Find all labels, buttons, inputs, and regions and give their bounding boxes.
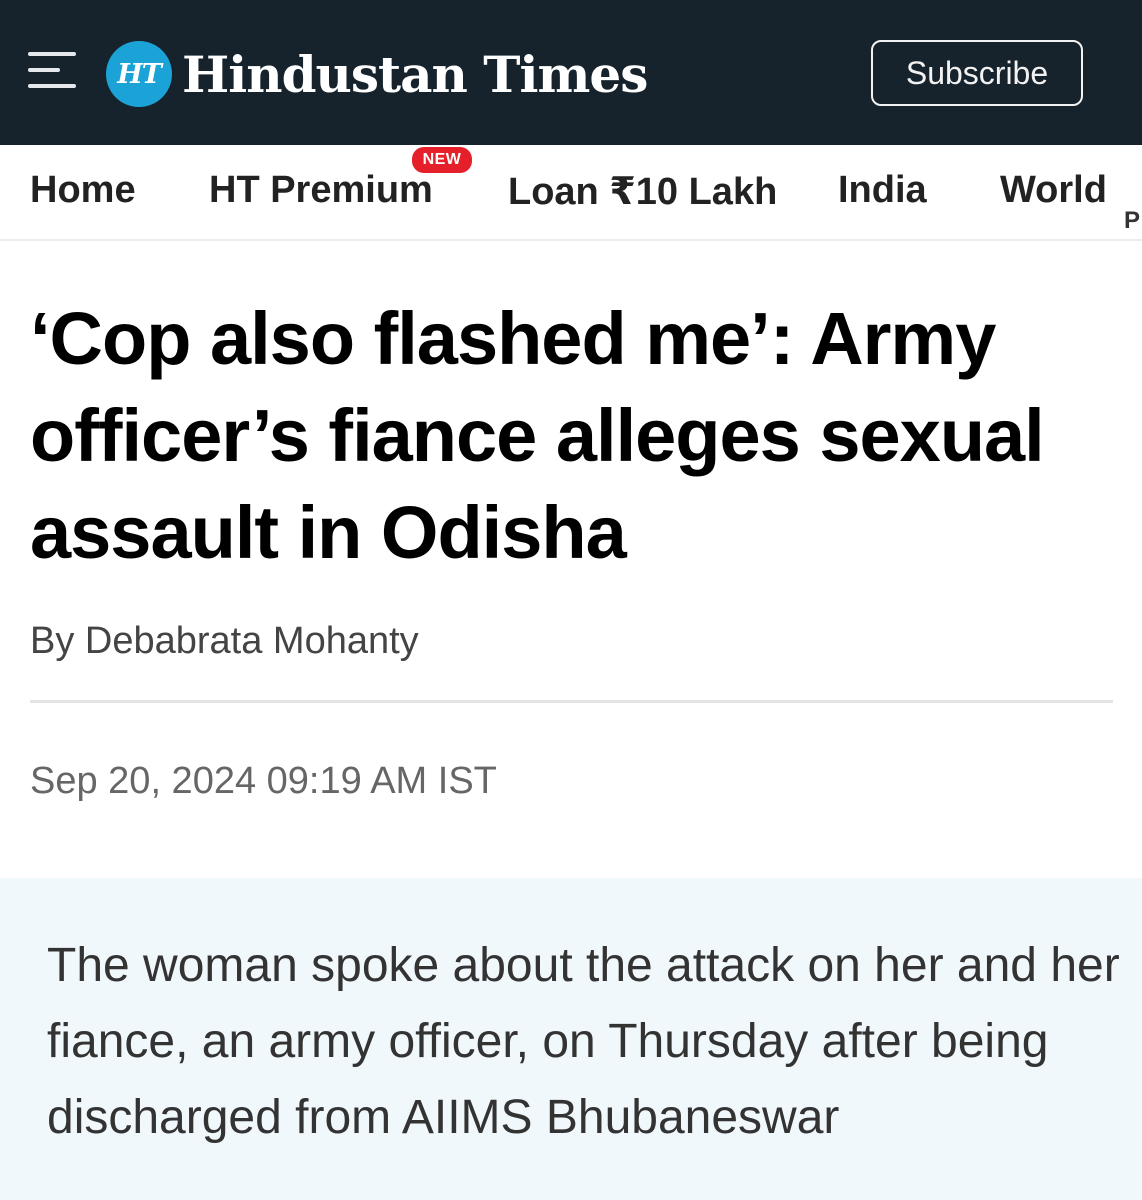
new-badge: NEW xyxy=(412,147,472,173)
subscribe-button[interactable]: Subscribe xyxy=(871,40,1083,106)
nav-item-loan[interactable]: Loan ₹10 Lakh xyxy=(508,169,777,214)
nav-item-home[interactable]: Home xyxy=(30,169,136,212)
site-logo[interactable]: HT Hindustan Times xyxy=(106,36,648,112)
article-byline[interactable]: By Debabrata Mohanty xyxy=(30,620,419,663)
article-headline: ‘Cop also flashed me’: Army officer’s fi… xyxy=(30,297,1045,574)
nav-item-ht-premium[interactable]: HT Premium xyxy=(209,169,433,212)
nav-item-world[interactable]: World xyxy=(1000,169,1107,212)
top-header: HT Hindustan Times Subscribe xyxy=(0,0,1142,145)
article-summary: The woman spoke about the attack on her … xyxy=(47,939,1120,1144)
hamburger-menu-icon[interactable] xyxy=(28,52,76,90)
article-timestamp: Sep 20, 2024 09:19 AM IST xyxy=(30,760,497,802)
divider xyxy=(30,700,1113,703)
logo-badge: HT xyxy=(106,41,172,107)
article-summary-box: The woman spoke about the attack on her … xyxy=(0,878,1142,1200)
nav-overflow-item[interactable]: P xyxy=(1124,207,1140,235)
nav-item-india[interactable]: India xyxy=(838,169,927,212)
main-nav: Home HT Premium NEW Loan ₹10 Lakh India … xyxy=(0,145,1142,241)
logo-wordmark: Hindustan Times xyxy=(182,44,648,104)
